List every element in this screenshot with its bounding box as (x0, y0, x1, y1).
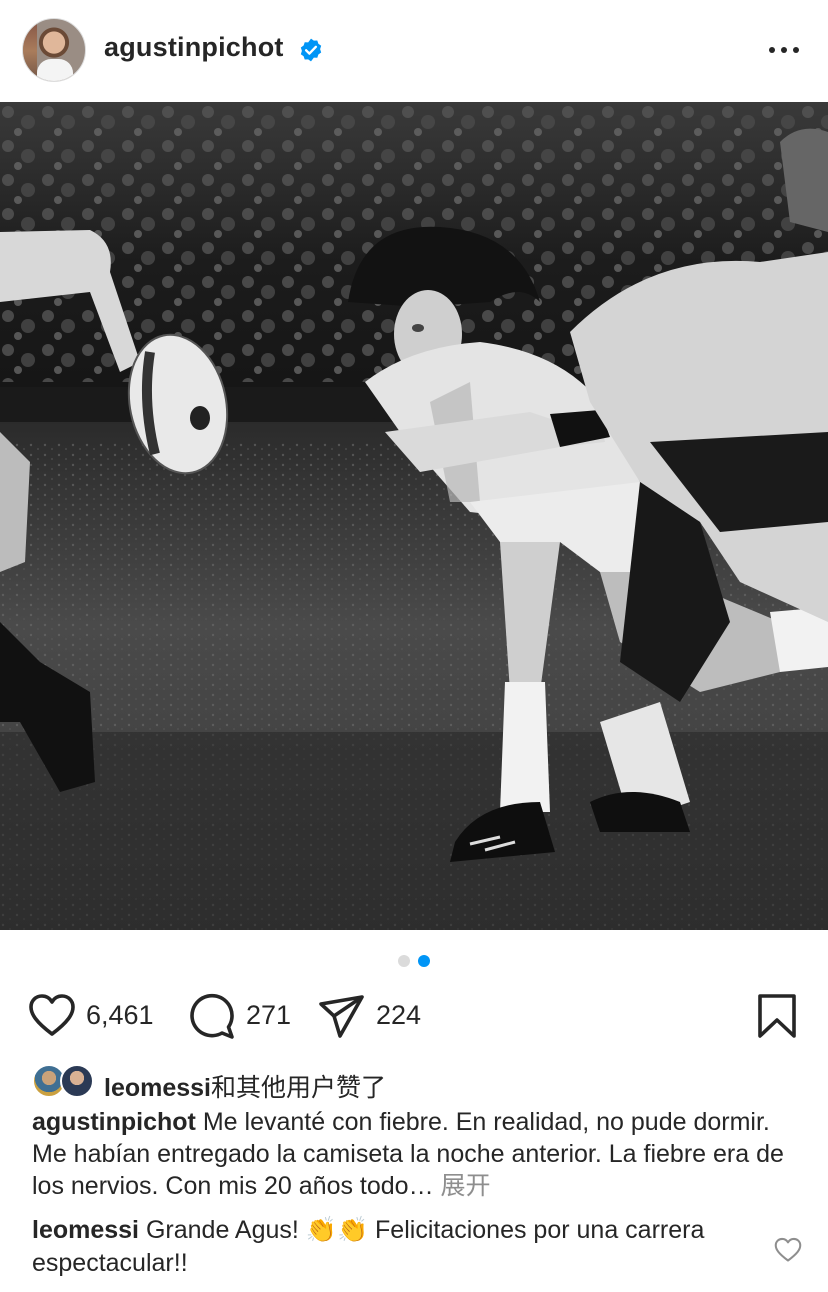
comment-icon[interactable] (188, 992, 236, 1040)
post-photo[interactable] (0, 102, 828, 930)
liked-by-row[interactable]: leomessi和其他用户赞了 (0, 1062, 828, 1102)
share-icon[interactable] (318, 992, 366, 1040)
rugby-player-photo (0, 102, 828, 930)
post-header: agustinpichot (0, 0, 828, 100)
liked-by-text: leomessi和其他用户赞了 (104, 1068, 386, 1104)
comment-text-before: Grande Agus! (145, 1216, 299, 1244)
liked-by-username[interactable]: leomessi (104, 1074, 211, 1102)
liked-by-suffix: 和其他用户赞了 (211, 1074, 387, 1102)
author-username[interactable]: agustinpichot (104, 32, 284, 63)
carousel-dot-1[interactable] (398, 955, 410, 967)
bookmark-icon[interactable] (756, 992, 798, 1040)
more-options-icon[interactable] (762, 36, 806, 64)
heart-icon[interactable] (28, 992, 76, 1040)
comments-count[interactable]: 271 (246, 1000, 291, 1031)
post-caption: agustinpichot Me levanté con fiebre. En … (32, 1106, 802, 1202)
action-bar: 6,461 271 224 (0, 988, 828, 1044)
top-comment: leomessi Grande Agus! 👏👏 Felicitaciones … (32, 1214, 752, 1280)
shares-count[interactable]: 224 (376, 1000, 421, 1031)
carousel-dot-2[interactable] (418, 955, 430, 967)
verified-badge-icon (300, 38, 322, 62)
liker-avatar-2 (60, 1064, 94, 1098)
likes-count[interactable]: 6,461 (86, 1000, 154, 1031)
carousel-indicator (0, 954, 828, 968)
comment-username[interactable]: leomessi (32, 1216, 139, 1244)
comment-like-heart-icon[interactable] (774, 1237, 802, 1263)
author-avatar[interactable] (22, 18, 86, 82)
clapping-hands-emoji: 👏👏 (305, 1216, 369, 1244)
caption-username[interactable]: agustinpichot (32, 1108, 196, 1136)
caption-more-link[interactable]: 展开 (441, 1172, 491, 1200)
